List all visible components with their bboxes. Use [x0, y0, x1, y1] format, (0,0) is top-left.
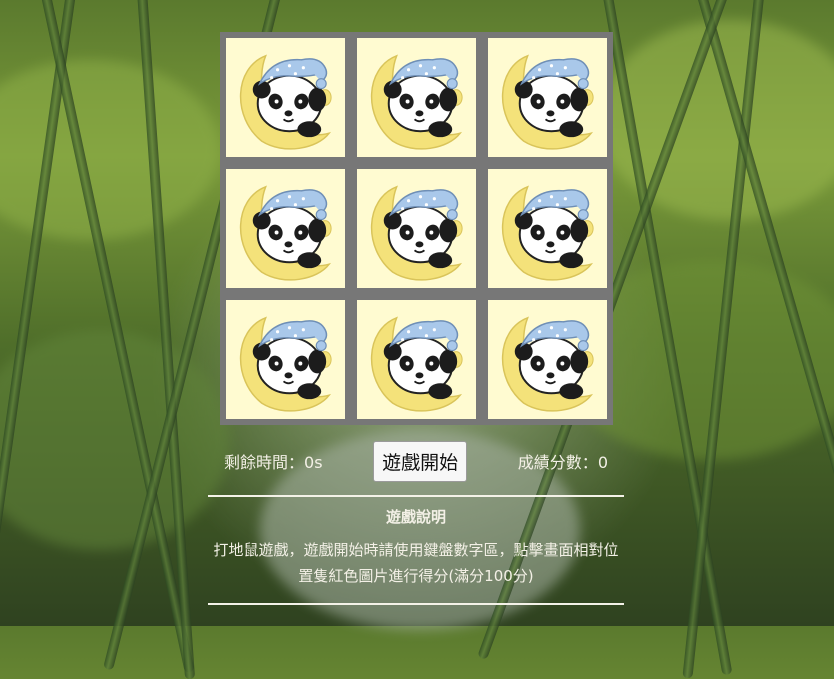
divider-bottom	[208, 603, 624, 605]
score-value: 0	[597, 453, 608, 472]
panda-moon-icon	[239, 54, 332, 150]
instructions-text: 打地鼠遊戲，遊戲開始時請使用鍵盤數字區，點擊畫面相對位置隻紅色圖片進行得分(滿分…	[213, 541, 619, 585]
score-label: 成績分數：	[517, 453, 598, 472]
timer-label: 剩餘時間：	[224, 453, 305, 472]
board-cell-5[interactable]	[357, 169, 476, 288]
board-cell-6[interactable]	[488, 169, 607, 288]
panda-moon-icon	[370, 316, 463, 412]
hud-bar: 剩餘時間：0s 遊戲開始 成績分數：0	[208, 438, 624, 484]
divider-top	[208, 495, 624, 497]
panda-moon-icon	[370, 185, 463, 281]
panda-moon-icon	[239, 316, 332, 412]
panda-moon-icon	[501, 54, 594, 150]
panda-moon-icon	[370, 54, 463, 150]
instructions-panel: 遊戲說明 打地鼠遊戲，遊戲開始時請使用鍵盤數字區，點擊畫面相對位置隻紅色圖片進行…	[208, 506, 624, 589]
game-board	[220, 32, 613, 425]
start-game-button[interactable]: 遊戲開始	[373, 440, 468, 482]
board-cell-8[interactable]	[357, 300, 476, 419]
board-cell-3[interactable]	[488, 38, 607, 157]
board-cell-4[interactable]	[226, 169, 345, 288]
panda-moon-icon	[501, 316, 594, 412]
timer-display: 剩餘時間：0s	[224, 449, 323, 473]
board-cell-9[interactable]	[488, 300, 607, 419]
board-cell-2[interactable]	[357, 38, 476, 157]
board-cell-7[interactable]	[226, 300, 345, 419]
board-cell-1[interactable]	[226, 38, 345, 157]
instructions-title: 遊戲說明	[385, 508, 446, 526]
panda-moon-icon	[501, 185, 594, 281]
timer-value: 0s	[304, 453, 323, 472]
score-display: 成績分數：0	[518, 449, 608, 473]
panda-moon-icon	[239, 185, 332, 281]
